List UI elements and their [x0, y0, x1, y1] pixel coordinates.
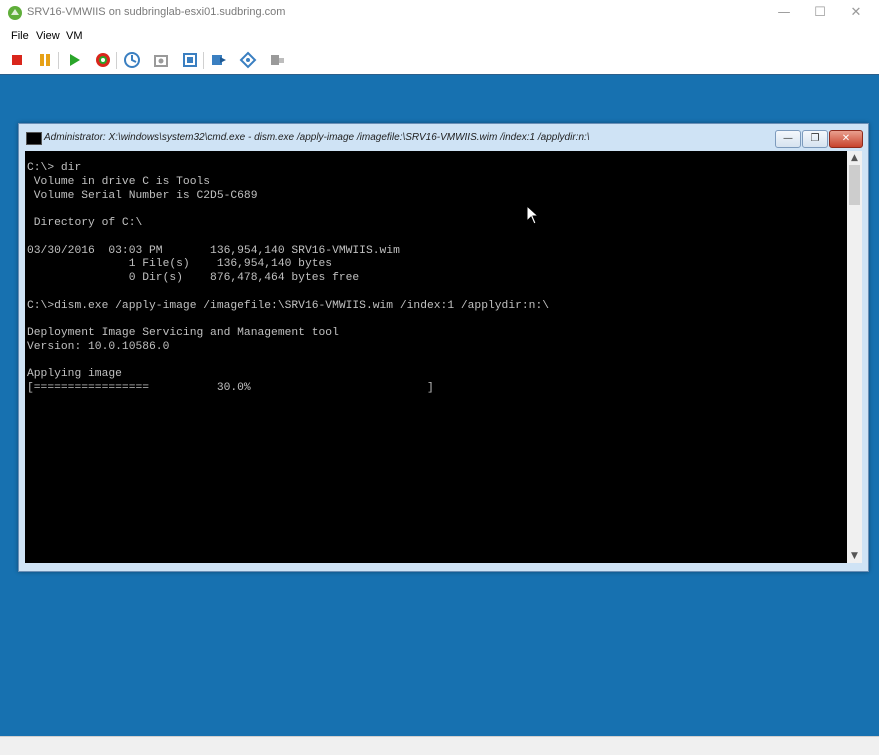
menu-file[interactable]: File [10, 30, 30, 42]
menu-bar: File View VM [0, 27, 879, 46]
cmd-icon [26, 132, 42, 145]
power-off-icon[interactable] [8, 51, 26, 69]
cmd-close-button[interactable]: ✕ [829, 130, 863, 148]
power-on-icon[interactable] [65, 51, 83, 69]
console-line: 1 File(s) 136,954,140 bytes [27, 258, 333, 271]
send-ctrl-alt-del-icon[interactable] [210, 51, 228, 69]
scroll-up-arrow-icon[interactable]: ▲ [847, 151, 862, 165]
maximize-button[interactable]: ☐ [802, 2, 838, 24]
toolbar-separator [116, 52, 117, 69]
console-line: Volume in drive C is Tools [27, 175, 211, 188]
console-line: 0 Dir(s) 876,478,464 bytes free [27, 272, 360, 284]
console-line: [================= 30.0% ] [27, 382, 434, 394]
console-line: C:\> dir [27, 162, 82, 174]
manage-snapshots-icon[interactable] [181, 51, 199, 69]
cmd-titlebar[interactable]: Administrator: X:\windows\system32\cmd.e… [19, 124, 868, 151]
cmd-minimize-button[interactable]: — [775, 130, 801, 148]
toolbar [0, 46, 879, 74]
menu-view[interactable]: View [35, 30, 61, 42]
cmd-maximize-button[interactable]: ❐ [802, 130, 828, 148]
status-bar [0, 736, 879, 755]
console-line: Version: 10.0.10586.0 [27, 340, 170, 353]
toolbar-separator [58, 52, 59, 69]
scrollbar[interactable]: ▲ ▼ [847, 151, 862, 563]
toolbar-separator [203, 52, 204, 69]
minimize-button[interactable]: — [766, 2, 802, 24]
window-title: SRV16-VMWIIS on sudbringlab-esxi01.sudbr… [27, 6, 286, 18]
scroll-thumb[interactable] [849, 165, 860, 205]
scroll-down-arrow-icon[interactable]: ▼ [847, 549, 862, 563]
console-output[interactable]: C:\> dir Volume in drive C is Tools Volu… [25, 151, 847, 563]
console-line: Deployment Image Servicing and Managemen… [27, 327, 339, 339]
snapshot-icon[interactable] [123, 51, 141, 69]
console-line: Directory of C:\ [27, 217, 143, 229]
mouse-pointer-icon [526, 205, 539, 225]
console-text: C:\> dir Volume in drive C is Tools Volu… [25, 151, 847, 396]
cmd-title: Administrator: X:\windows\system32\cmd.e… [44, 132, 590, 143]
app-titlebar: SRV16-VMWIIS on sudbringlab-esxi01.sudbr… [0, 0, 879, 27]
connect-devices-icon[interactable] [239, 51, 257, 69]
console-line: Applying image [27, 368, 122, 381]
reset-icon[interactable] [94, 51, 112, 69]
revert-snapshot-icon[interactable] [152, 51, 170, 69]
console-line: C:\>dism.exe /apply-image /imagefile:\SR… [27, 299, 550, 312]
cmd-window: Administrator: X:\windows\system32\cmd.e… [18, 123, 869, 572]
vm-settings-icon[interactable] [268, 51, 286, 69]
close-button[interactable]: ✕ [838, 2, 874, 24]
vmware-logo-icon [8, 6, 22, 20]
menu-vm[interactable]: VM [65, 30, 84, 42]
suspend-icon[interactable] [36, 51, 54, 69]
console-line: 03/30/2016 03:03 PM 136,954,140 SRV16-VM… [27, 244, 400, 257]
console-line: Volume Serial Number is C2D5-C689 [27, 189, 258, 202]
